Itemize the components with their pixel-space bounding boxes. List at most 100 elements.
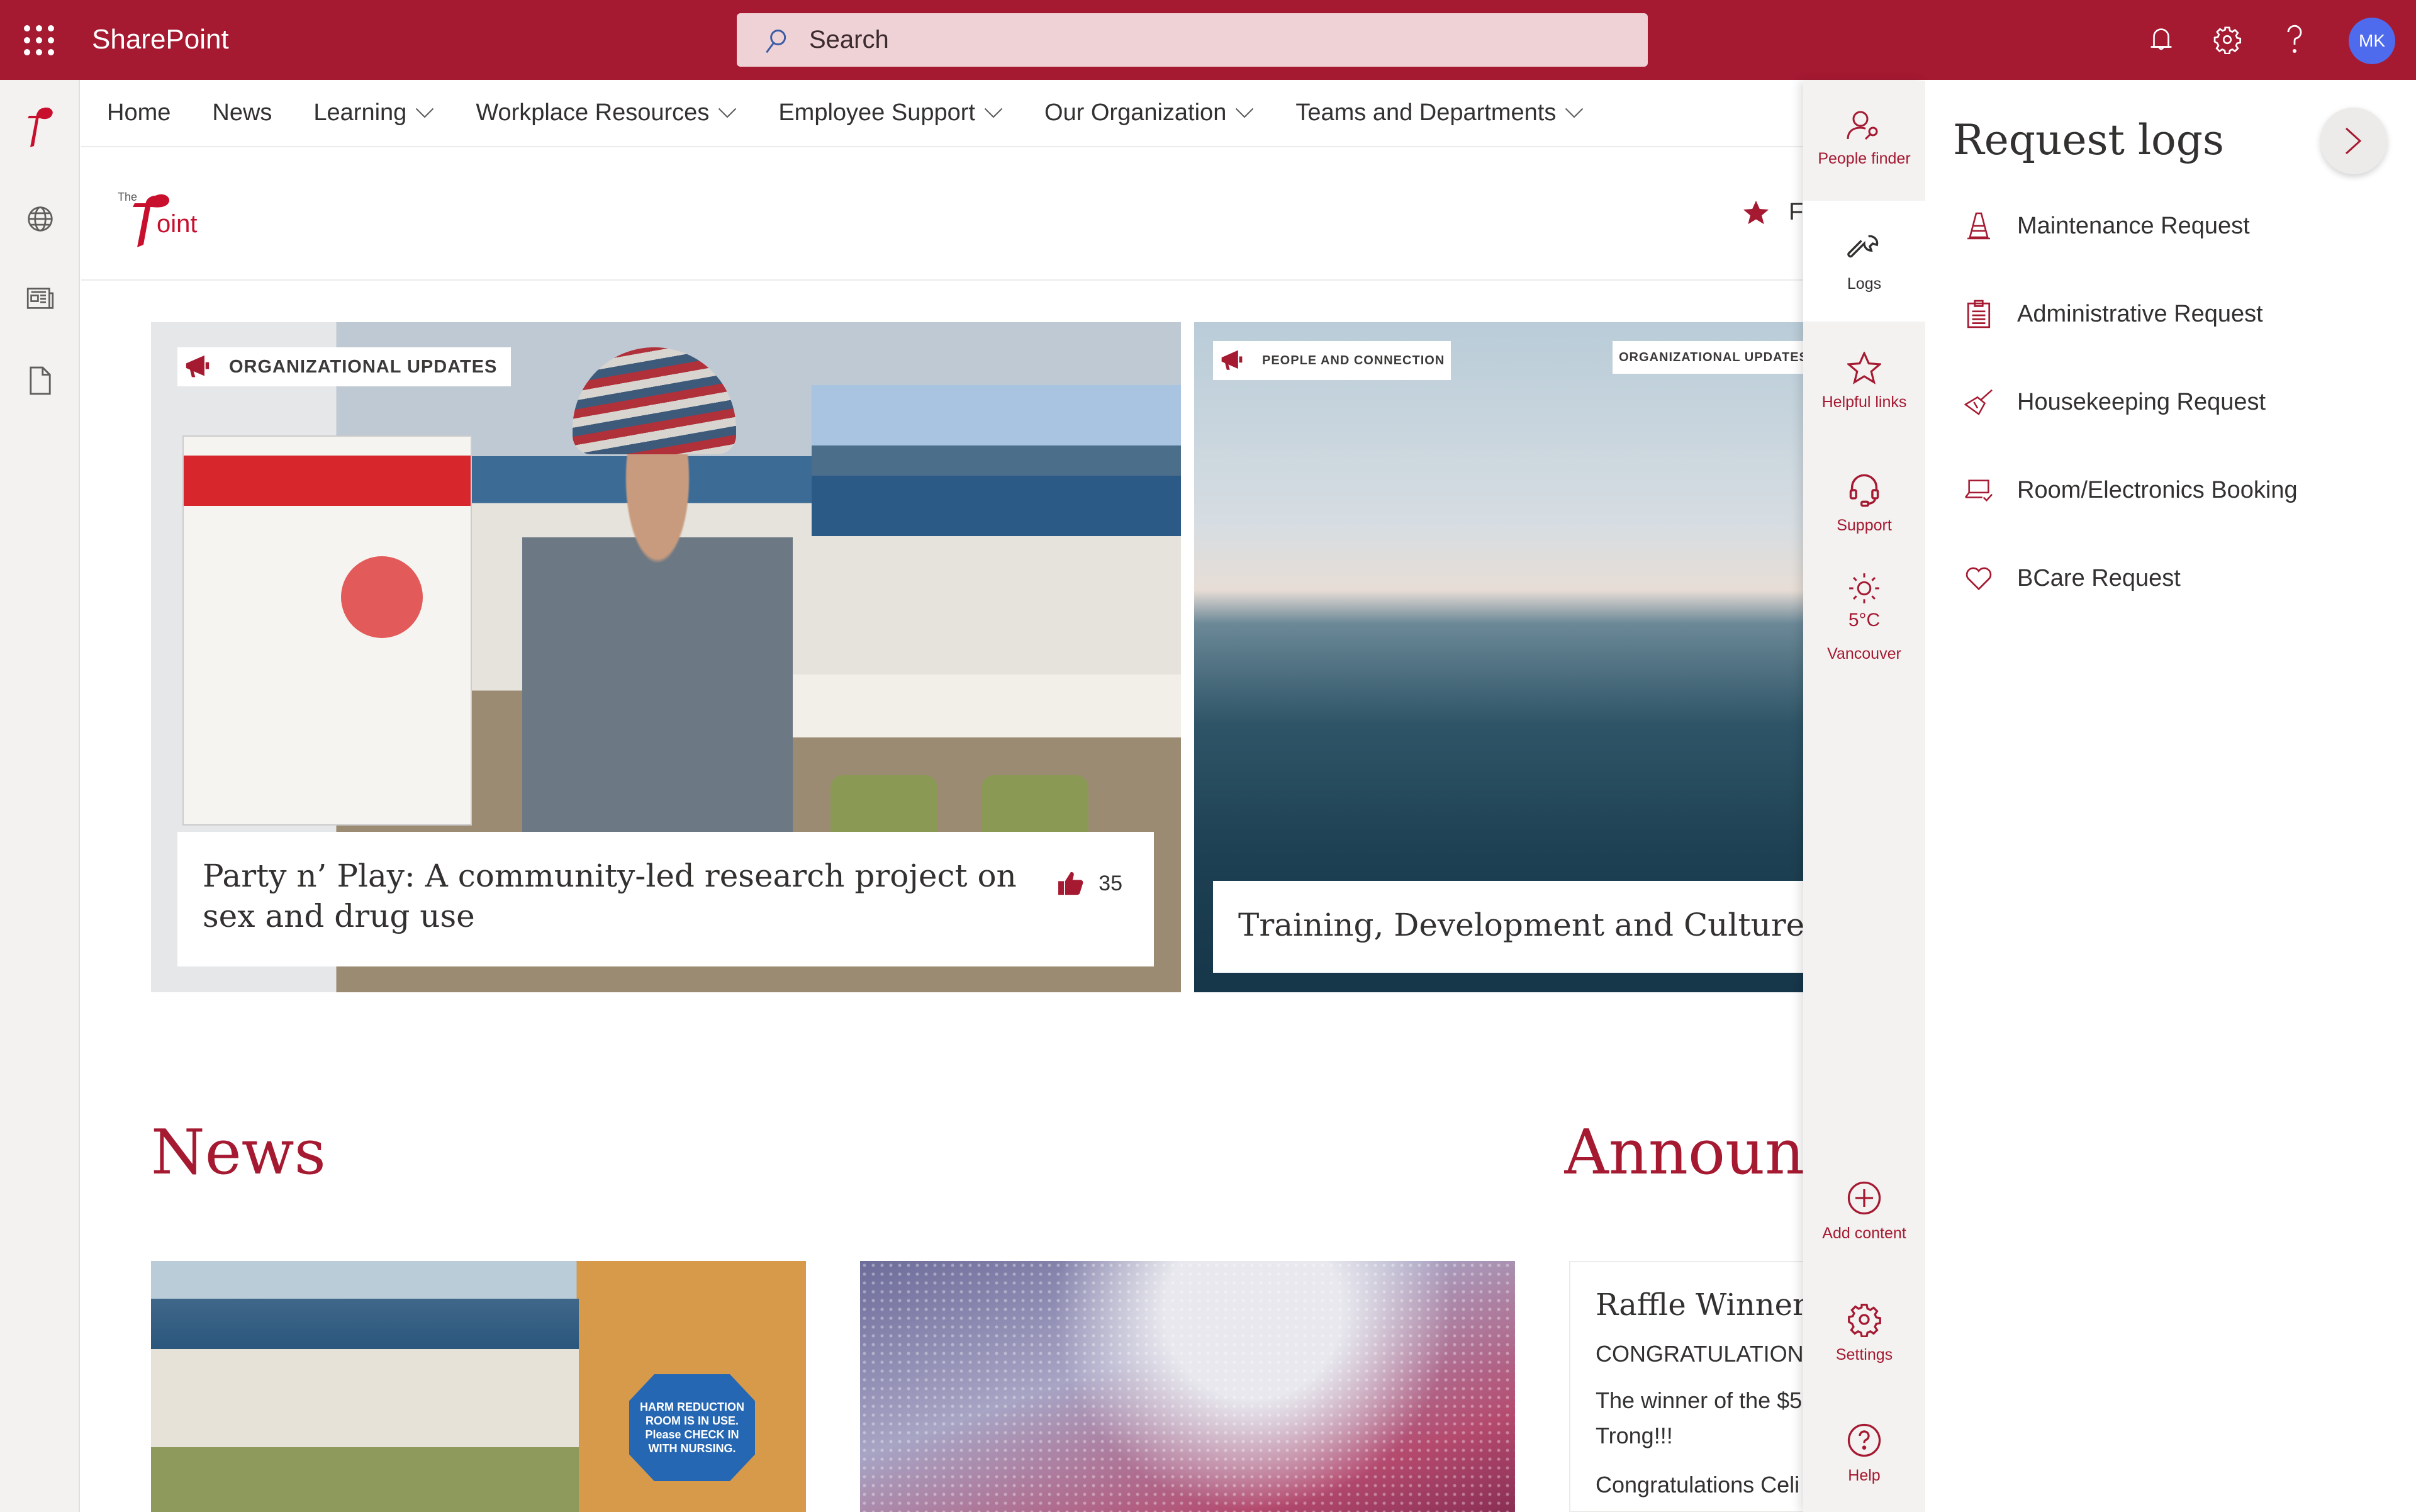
- nav-our-organization[interactable]: Our Organization: [1044, 99, 1254, 126]
- wrench-icon: [1847, 235, 1879, 258]
- nav-label: Workplace Resources: [476, 99, 710, 126]
- sun-icon: [1849, 573, 1879, 603]
- toolbar-label: People finder: [1818, 150, 1911, 167]
- request-label: Administrative Request: [2017, 300, 2263, 327]
- toolbar-add-content[interactable]: Add content: [1803, 1180, 1925, 1287]
- news-section-title: News: [151, 1117, 326, 1189]
- add-circle-icon: [1847, 1181, 1881, 1215]
- chevron-down-icon: [719, 108, 737, 118]
- traffic-cone-icon: [1963, 210, 1994, 242]
- tag-label: ORGANIZATIONAL UPDATES: [1619, 350, 1808, 364]
- toolbar-label: Add content: [1822, 1224, 1906, 1242]
- star-filled-icon: [1743, 200, 1769, 224]
- laptop-check-icon: [1963, 474, 1994, 506]
- window-image: [812, 385, 1181, 536]
- toolbar-helpful-links[interactable]: Helpful links: [1803, 352, 1925, 459]
- search-input[interactable]: [809, 13, 1627, 67]
- megaphone-icon: [186, 355, 210, 378]
- clipboard-icon: [1963, 298, 1994, 330]
- document-icon[interactable]: [0, 349, 80, 412]
- request-item-administrative[interactable]: Administrative Request: [1963, 298, 2263, 330]
- thumbs-up-icon: [1058, 871, 1083, 895]
- search-box[interactable]: [737, 13, 1648, 67]
- toolbar-help[interactable]: Help: [1803, 1423, 1925, 1512]
- chevron-down-icon: [1236, 108, 1254, 118]
- announcement-line: The winner of the $5 Trong!!!: [1596, 1383, 1806, 1453]
- hero-tile-party-n-play[interactable]: ORGANIZATIONAL UPDATES Party n’ Play: A …: [151, 322, 1181, 992]
- globe-icon[interactable]: [0, 188, 80, 250]
- request-item-housekeeping[interactable]: Housekeeping Request: [1963, 386, 2266, 418]
- suite-bar: SharePoint MK: [0, 0, 2416, 80]
- nav-news[interactable]: News: [212, 99, 272, 126]
- toolbar-people-finder[interactable]: People finder: [1803, 81, 1925, 201]
- category-tag[interactable]: PEOPLE AND CONNECTION: [1213, 341, 1451, 380]
- request-item-maintenance[interactable]: Maintenance Request: [1963, 210, 2250, 242]
- news-card[interactable]: [860, 1261, 1515, 1512]
- app-name[interactable]: SharePoint: [92, 24, 229, 55]
- avatar[interactable]: MK: [2349, 18, 2395, 64]
- nav-label: Home: [107, 99, 171, 126]
- announcements-section-title: Announcements: [1564, 1117, 1806, 1189]
- chevron-down-icon: [984, 108, 1003, 118]
- news-card[interactable]: HARM REDUCTION ROOM IS IN USE. Please CH…: [151, 1261, 806, 1512]
- hero-title: Party n’ Play: A community-led research …: [203, 858, 1017, 934]
- tag-label: ORGANIZATIONAL UPDATES: [229, 356, 498, 377]
- star-outline-icon: [1847, 352, 1881, 384]
- nav-label: Learning: [313, 99, 407, 126]
- nav-learning[interactable]: Learning: [313, 99, 434, 126]
- request-label: Housekeeping Request: [2017, 388, 2266, 415]
- request-label: Room/Electronics Booking: [2017, 476, 2298, 503]
- toolbar-settings[interactable]: Settings: [1803, 1302, 1925, 1409]
- nav-workplace-resources[interactable]: Workplace Resources: [476, 99, 737, 126]
- nav-teams-and-departments[interactable]: Teams and Departments: [1295, 99, 1584, 126]
- gear-icon: [1848, 1304, 1881, 1337]
- app-bar: [0, 80, 80, 1512]
- waffle-icon[interactable]: [24, 25, 54, 55]
- request-label: Maintenance Request: [2017, 212, 2250, 239]
- request-item-room-booking[interactable]: Room/Electronics Booking: [1963, 474, 2298, 506]
- headset-icon: [1849, 474, 1879, 507]
- announcement-card[interactable]: Raffle Winner CONGRATULATIONS The winner…: [1569, 1261, 1806, 1512]
- category-tag[interactable]: ORGANIZATIONAL UPDATES: [177, 347, 512, 386]
- request-item-bcare[interactable]: BCare Request: [1963, 563, 2181, 594]
- bell-icon[interactable]: [2142, 21, 2180, 59]
- harm-reduction-sign: HARM REDUCTION ROOM IS IN USE. Please CH…: [629, 1374, 755, 1481]
- megaphone-icon: [1221, 350, 1243, 370]
- nav-home[interactable]: Home: [107, 99, 171, 126]
- like-count[interactable]: 35: [1057, 863, 1122, 904]
- toolbar-label: Helpful links: [1821, 393, 1907, 411]
- lake-image: [151, 1299, 579, 1349]
- collapse-panel-button[interactable]: [2320, 108, 2387, 174]
- weather-city: Vancouver: [1827, 645, 1901, 663]
- news-icon[interactable]: [0, 267, 80, 330]
- category-tag[interactable]: ORGANIZATIONAL UPDATES: [1613, 341, 1815, 374]
- toolbar-logs[interactable]: Logs: [1803, 201, 1925, 322]
- announcement-text: The winner of the $5: [1596, 1387, 1803, 1413]
- toolbar-weather[interactable]: 5°C Vancouver: [1803, 572, 1925, 698]
- nav-label: Teams and Departments: [1295, 99, 1557, 126]
- nav-label: Employee Support: [778, 99, 975, 126]
- ribbon-logo-icon[interactable]: [0, 96, 80, 159]
- people-finder-icon: [1847, 111, 1878, 140]
- toolbar-support[interactable]: Support: [1803, 473, 1925, 580]
- room-image: [151, 1349, 579, 1512]
- toolbar-label: Settings: [1835, 1346, 1893, 1364]
- hero-title: Training, Development and Culture: [1238, 907, 1805, 943]
- request-label: BCare Request: [2017, 564, 2181, 591]
- site-header: The oint F: [81, 148, 1806, 281]
- hero-caption[interactable]: Party n’ Play: A community-led research …: [177, 832, 1154, 966]
- chevron-down-icon: [1565, 108, 1584, 118]
- settings-gear-icon[interactable]: [2208, 21, 2246, 59]
- request-logs-panel: Request logs Maintenance Request Adminis…: [1925, 81, 2416, 1512]
- counter-image: [780, 675, 1181, 737]
- hub-navigation: Home News Learning Workplace Resources E…: [81, 80, 1806, 147]
- site-logo[interactable]: The oint: [118, 183, 199, 255]
- announcement-text: Trong!!!: [1596, 1423, 1673, 1448]
- announcement-title: Raffle Winner: [1596, 1287, 1806, 1323]
- help-icon[interactable]: [2276, 21, 2313, 59]
- nav-employee-support[interactable]: Employee Support: [778, 99, 1003, 126]
- search-icon: [766, 30, 786, 53]
- toolbar-label: Logs: [1847, 275, 1882, 293]
- follow-button[interactable]: F: [1742, 199, 1803, 226]
- broom-icon: [1963, 386, 1994, 418]
